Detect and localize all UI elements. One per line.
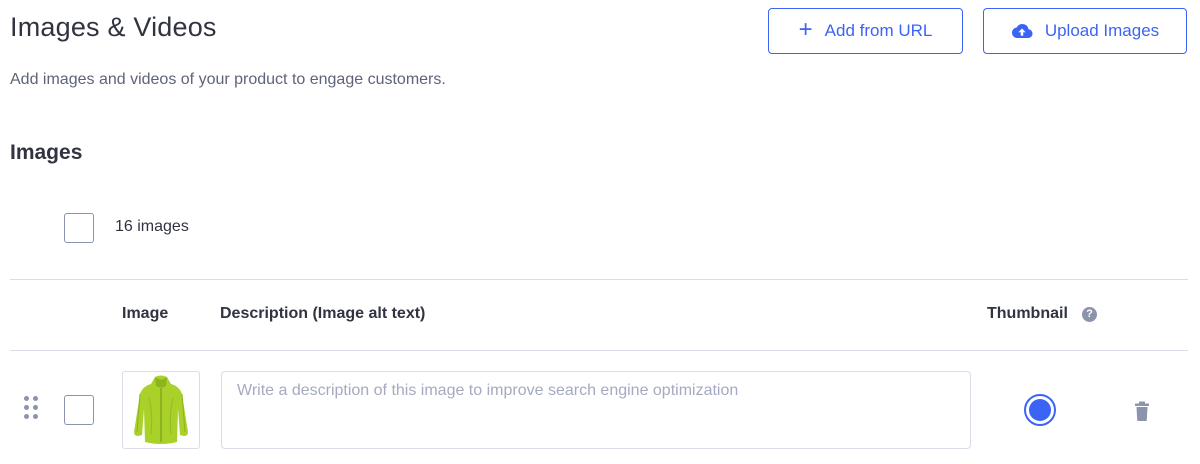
divider <box>10 279 1188 280</box>
thumbnail-radio[interactable] <box>1024 394 1056 426</box>
question-circle-icon[interactable]: ? <box>1082 307 1097 322</box>
trash-icon[interactable] <box>1134 401 1150 421</box>
image-count-label: 16 images <box>115 218 189 235</box>
radio-selected-dot <box>1029 399 1051 421</box>
green-jacket-image <box>134 375 188 444</box>
upload-images-label: Upload Images <box>1044 21 1160 40</box>
drag-handle-icon[interactable] <box>24 396 40 422</box>
add-from-url-label: Add from URL <box>824 21 933 40</box>
column-header-description: Description (Image alt text) <box>220 305 426 322</box>
column-header-thumbnail: Thumbnail <box>987 305 1068 322</box>
upload-images-button[interactable]: Upload Images <box>983 8 1187 54</box>
column-header-image: Image <box>122 305 169 322</box>
page-title: Images & Videos <box>10 12 217 42</box>
images-section-title: Images <box>10 141 83 164</box>
divider <box>10 350 1188 351</box>
image-description-input[interactable] <box>221 371 971 449</box>
plus-icon: + <box>798 16 813 43</box>
product-image[interactable] <box>122 371 200 449</box>
select-all-checkbox[interactable] <box>64 213 94 243</box>
row-checkbox[interactable] <box>64 395 94 425</box>
add-from-url-button[interactable]: + Add from URL <box>768 8 963 54</box>
page-subtitle: Add images and videos of your product to… <box>10 71 446 88</box>
cloud-upload-icon <box>1011 23 1033 39</box>
